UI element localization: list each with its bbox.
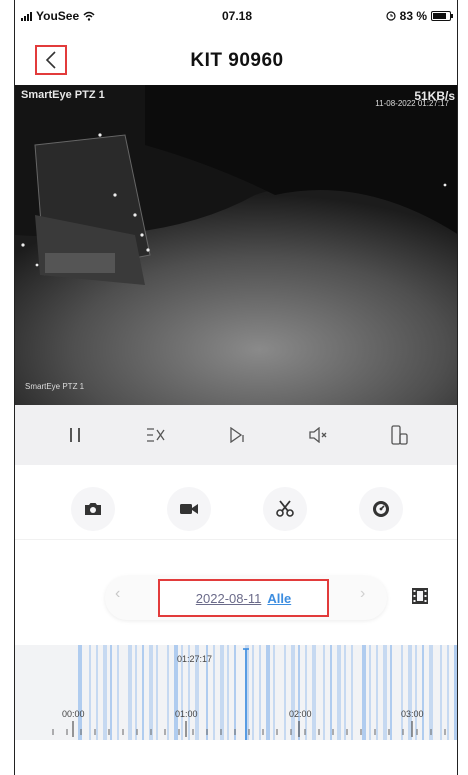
recording-segment bbox=[415, 645, 417, 740]
recording-segment bbox=[273, 645, 275, 740]
timeline-track bbox=[52, 645, 457, 740]
recording-segment bbox=[344, 645, 346, 740]
recording-segment bbox=[167, 645, 169, 740]
mute-button[interactable] bbox=[298, 415, 338, 455]
recording-segment bbox=[330, 645, 332, 740]
recording-segment bbox=[234, 645, 236, 740]
timeline-label: 03:00 bbox=[401, 709, 424, 719]
date-filter-button[interactable]: 2022-08-11 Alle bbox=[158, 579, 329, 617]
recording-segment bbox=[110, 645, 112, 740]
recording-segment bbox=[390, 645, 392, 740]
rotate-screen-icon bbox=[390, 425, 408, 445]
snapshot-button[interactable] bbox=[71, 486, 115, 531]
timeline[interactable]: 01:27:17 00:00 01:00 02:00 03:00 bbox=[15, 645, 457, 740]
timeline-label: 02:00 bbox=[289, 709, 312, 719]
recording-segment bbox=[369, 645, 371, 740]
recording-segment bbox=[291, 645, 295, 740]
recording-segment bbox=[227, 645, 229, 740]
step-forward-button[interactable] bbox=[217, 415, 257, 455]
next-day-button[interactable]: › bbox=[360, 585, 365, 603]
osd-timestamp: 11-08-2022 01:27:17 bbox=[375, 99, 449, 108]
mute-icon bbox=[309, 427, 327, 443]
recording-segment bbox=[447, 645, 449, 740]
recording-segment bbox=[429, 645, 433, 740]
phone-screen: YouSee 07.18 83 % KIT 90960 SmartEye PTZ… bbox=[14, 0, 458, 775]
recording-segment bbox=[284, 645, 286, 740]
speedometer-icon bbox=[373, 500, 389, 517]
battery-icon bbox=[431, 11, 453, 21]
playback-controls bbox=[15, 405, 457, 465]
speed-button[interactable] bbox=[136, 415, 176, 455]
recording-segment bbox=[259, 645, 261, 740]
clip-button[interactable] bbox=[263, 486, 307, 531]
recording-segment bbox=[376, 645, 378, 740]
alarm-icon bbox=[386, 11, 396, 21]
film-icon bbox=[412, 588, 428, 604]
pause-icon bbox=[70, 428, 81, 442]
timeline-label: 01:00 bbox=[175, 709, 198, 719]
osd-camera-label: SmartEye PTZ 1 bbox=[25, 382, 85, 391]
recording-segment bbox=[312, 645, 316, 740]
recording-segment bbox=[454, 645, 457, 740]
recording-segment bbox=[142, 645, 144, 740]
recording-segment bbox=[149, 645, 153, 740]
date-selector: ‹ 2022-08-11 Alle › bbox=[15, 570, 457, 626]
recording-segment bbox=[128, 645, 132, 740]
timeline-label: 00:00 bbox=[62, 709, 85, 719]
camera-feed-image bbox=[15, 85, 457, 405]
page-title: KIT 90960 bbox=[190, 50, 284, 71]
recording-segment bbox=[362, 645, 366, 740]
filter-label: Alle bbox=[267, 590, 292, 606]
recording-segment bbox=[78, 645, 82, 740]
current-time-label: 01:27:17 bbox=[177, 654, 213, 664]
recording-segment bbox=[213, 645, 215, 740]
record-button[interactable] bbox=[167, 486, 211, 531]
recording-segment bbox=[422, 645, 424, 740]
recording-segment bbox=[96, 645, 98, 740]
camera-name-label: SmartEye PTZ 1 bbox=[21, 89, 105, 101]
recording-segment bbox=[383, 645, 387, 740]
prev-day-button[interactable]: ‹ bbox=[115, 585, 120, 603]
speed-icon bbox=[147, 428, 165, 442]
scissors-icon bbox=[276, 499, 294, 517]
action-bar bbox=[15, 478, 457, 540]
recording-segment bbox=[103, 645, 107, 740]
recording-segment bbox=[89, 645, 91, 740]
camera-icon bbox=[85, 502, 101, 515]
recording-segment bbox=[305, 645, 307, 740]
recording-segment bbox=[117, 645, 119, 740]
nav-bar: KIT 90960 bbox=[15, 30, 457, 82]
recordings-list-button[interactable] bbox=[411, 587, 429, 610]
recording-segment bbox=[156, 645, 158, 740]
recording-segment bbox=[266, 645, 270, 740]
recording-segment bbox=[337, 645, 341, 740]
video-player[interactable]: SmartEye PTZ 1 51KB/s 11-08-2022 01:27:1… bbox=[15, 85, 457, 405]
battery-info: 83 % bbox=[386, 9, 453, 23]
recording-segment bbox=[440, 645, 442, 740]
rotate-screen-button[interactable] bbox=[379, 415, 419, 455]
recording-segment bbox=[220, 645, 224, 740]
pause-button[interactable] bbox=[55, 415, 95, 455]
recording-segment bbox=[252, 645, 254, 740]
recording-segment bbox=[401, 645, 403, 740]
recording-segment bbox=[135, 645, 137, 740]
step-forward-icon bbox=[230, 427, 244, 443]
playback-speed-button[interactable] bbox=[359, 486, 403, 531]
battery-percent: 83 % bbox=[399, 9, 427, 23]
recording-segment bbox=[323, 645, 325, 740]
recording-segment bbox=[351, 645, 353, 740]
video-record-icon bbox=[180, 503, 198, 514]
status-bar: YouSee 07.18 83 % bbox=[15, 0, 457, 30]
date-label: 2022-08-11 bbox=[195, 590, 262, 606]
